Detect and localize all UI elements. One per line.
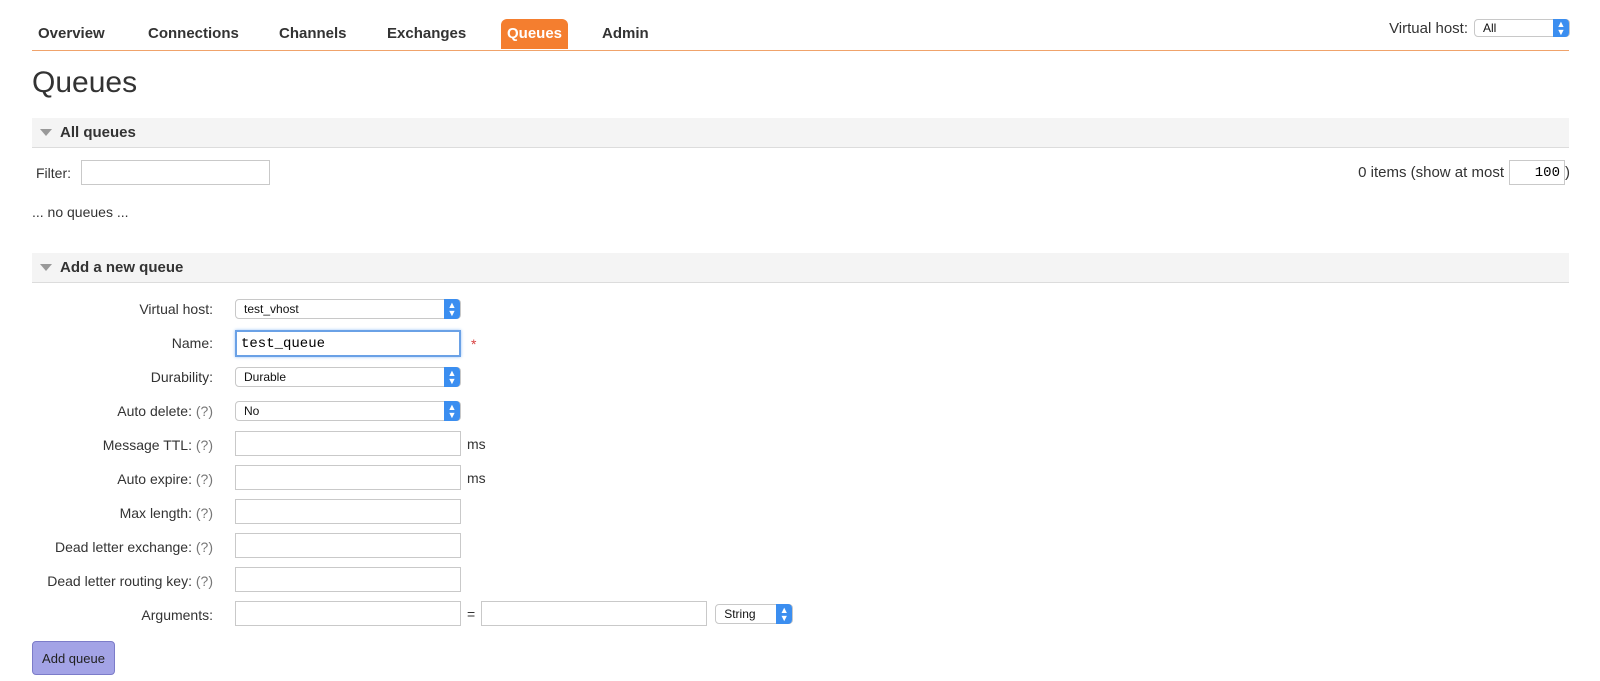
durability-field-label: Durability: xyxy=(150,369,213,385)
collapse-triangle-icon xyxy=(40,264,52,271)
auto-delete-field-label: Auto delete: (?) xyxy=(117,403,213,419)
message-ttl-input[interactable] xyxy=(235,431,461,456)
help-link[interactable]: (?) xyxy=(196,437,213,453)
auto-delete-dropdown[interactable]: No ▲ ▼ xyxy=(235,401,461,421)
tab-channels[interactable]: Channels xyxy=(273,19,353,49)
form-row-virtual-host: Virtual host: xyxy=(0,296,223,322)
virtual-host-field-label: Virtual host: xyxy=(139,301,213,317)
message-ttl-field: ms xyxy=(235,431,486,456)
help-link[interactable]: (?) xyxy=(196,539,213,555)
help-link[interactable]: (?) xyxy=(196,471,213,487)
virtual-host-field: test_vhost ▲ ▼ xyxy=(235,299,461,319)
virtual-host-dropdown-value: test_vhost xyxy=(244,302,299,316)
empty-message: ... no queues ... xyxy=(32,204,129,220)
add-queue-section-header[interactable]: Add a new queue xyxy=(32,253,1569,283)
ms-unit: ms xyxy=(467,469,486,486)
select-chevron-icon: ▲ ▼ xyxy=(444,299,460,319)
filter-row: Filter: xyxy=(36,160,270,185)
max-length-field-label: Max length: (?) xyxy=(119,505,213,521)
auto-expire-field-label: Auto expire: (?) xyxy=(117,471,213,487)
durability-dropdown-value: Durable xyxy=(244,370,287,384)
name-field: * xyxy=(235,330,476,357)
argument-type-dropdown-value: String xyxy=(724,606,756,621)
filter-label: Filter: xyxy=(36,164,71,181)
items-count-close: ) xyxy=(1565,164,1570,181)
argument-key-input[interactable] xyxy=(235,601,461,626)
name-input[interactable] xyxy=(235,330,461,357)
form-row-dead-letter-exchange: Dead letter exchange: (?) xyxy=(0,534,223,560)
form-row-name: Name: xyxy=(0,330,223,356)
help-link[interactable]: (?) xyxy=(196,403,213,419)
ms-unit: ms xyxy=(467,435,486,452)
tab-queues[interactable]: Queues xyxy=(501,19,569,49)
durability-field: Durable ▲ ▼ xyxy=(235,367,461,387)
tab-admin[interactable]: Admin xyxy=(596,19,655,49)
durability-dropdown[interactable]: Durable ▲ ▼ xyxy=(235,367,461,387)
dead-letter-exchange-input[interactable] xyxy=(235,533,461,558)
virtual-host-select[interactable]: All ▲ ▼ xyxy=(1474,19,1570,37)
help-link[interactable]: (?) xyxy=(196,505,213,521)
form-row-durability: Durability: xyxy=(0,364,223,390)
max-length-input[interactable] xyxy=(235,499,461,524)
top-nav: Overview Connections Channels Exchanges … xyxy=(32,0,1569,51)
dead-letter-routing-key-input[interactable] xyxy=(235,567,461,592)
dead-letter-exchange-field xyxy=(235,533,461,558)
select-chevron-icon: ▲ ▼ xyxy=(444,367,460,387)
form-row-message-ttl: Message TTL: (?) xyxy=(0,432,223,458)
items-count-text: 0 items (show at most xyxy=(1358,164,1504,181)
dead-letter-routing-key-field-label: Dead letter routing key: (?) xyxy=(47,573,213,589)
dead-letter-exchange-field-label: Dead letter exchange: (?) xyxy=(55,539,213,555)
equals-sign: = xyxy=(467,605,476,622)
argument-value-input[interactable] xyxy=(481,601,708,626)
section-title: Add a new queue xyxy=(60,259,184,276)
form-row-dead-letter-routing-key: Dead letter routing key: (?) xyxy=(0,568,223,594)
auto-expire-input[interactable] xyxy=(235,465,461,490)
items-count: 0 items (show at most ) xyxy=(1358,160,1570,185)
add-queue-button[interactable]: Add queue xyxy=(32,641,115,675)
virtual-host-select-value: All xyxy=(1483,21,1497,35)
tab-exchanges[interactable]: Exchanges xyxy=(381,19,472,49)
help-link[interactable]: (?) xyxy=(196,573,213,589)
tab-connections[interactable]: Connections xyxy=(142,19,245,49)
max-length-field xyxy=(235,499,461,524)
form-row-arguments: Arguments: xyxy=(0,602,223,628)
show-at-most-input[interactable] xyxy=(1509,160,1565,185)
auto-delete-field: No ▲ ▼ xyxy=(235,401,461,421)
tab-overview[interactable]: Overview xyxy=(32,19,111,49)
virtual-host-filter: Virtual host: All ▲ ▼ xyxy=(1389,19,1570,37)
argument-type-dropdown[interactable]: String ▲ ▼ xyxy=(715,603,794,624)
arguments-field-label: Arguments: xyxy=(141,607,213,623)
collapse-triangle-icon xyxy=(40,129,52,136)
form-row-auto-expire: Auto expire: (?) xyxy=(0,466,223,492)
message-ttl-field-label: Message TTL: (?) xyxy=(102,437,213,453)
dead-letter-routing-key-field xyxy=(235,567,461,592)
section-title: All queues xyxy=(60,124,136,141)
required-asterisk: * xyxy=(471,335,477,352)
filter-input[interactable] xyxy=(81,160,270,185)
form-row-max-length: Max length: (?) xyxy=(0,500,223,526)
select-chevron-icon: ▲ ▼ xyxy=(776,603,793,624)
select-chevron-icon: ▲ ▼ xyxy=(1553,19,1569,37)
select-chevron-icon: ▲ ▼ xyxy=(444,401,460,421)
virtual-host-label: Virtual host: xyxy=(1389,19,1468,37)
name-field-label: Name: xyxy=(171,335,213,351)
all-queues-section-header[interactable]: All queues xyxy=(32,118,1569,148)
form-row-auto-delete: Auto delete: (?) xyxy=(0,398,223,424)
auto-delete-dropdown-value: No xyxy=(244,404,260,418)
page-title: Queues xyxy=(32,66,138,99)
arguments-field: = String ▲ ▼ xyxy=(235,601,794,626)
auto-expire-field: ms xyxy=(235,465,486,490)
virtual-host-dropdown[interactable]: test_vhost ▲ ▼ xyxy=(235,299,461,319)
